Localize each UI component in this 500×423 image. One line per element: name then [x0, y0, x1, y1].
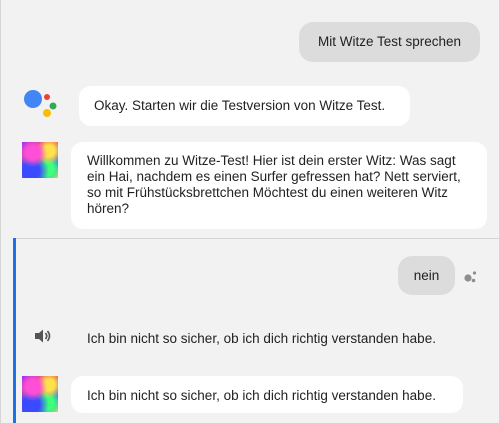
audio-response-label: Ich bin nicht so sicher, ob ich dich ric… [87, 331, 436, 346]
user-message-bubble: Mit Witze Test sprechen [299, 22, 480, 62]
action-message-bubble: Willkommen zu Witze-Test! Hier ist dein … [71, 142, 487, 229]
assistant-message-text: Okay. Starten wir die Testversion von Wi… [94, 98, 386, 113]
action-message-text: Willkommen zu Witze-Test! Hier ist dein … [87, 153, 461, 216]
google-assistant-logo-icon [23, 86, 59, 122]
audio-response-text: Ich bin nicht so sicher, ob ich dich ric… [87, 331, 487, 347]
assistant-message-bubble: Okay. Starten wir die Testversion von Wi… [79, 86, 410, 126]
action-response-text: Ich bin nicht so sicher, ob ich dich ric… [87, 388, 436, 403]
chat-panel: Mit Witze Test sprechen Okay. Starten wi… [0, 0, 500, 423]
user-message-text: Mit Witze Test sprechen [317, 34, 462, 49]
turn-divider [15, 238, 499, 239]
speaker-icon[interactable] [34, 328, 52, 344]
action-avatar-icon [22, 376, 58, 412]
action-response-bubble: Ich bin nicht so sicher, ob ich dich ric… [71, 376, 463, 413]
assistant-dots-icon [463, 268, 479, 284]
user-reply-text: nein [413, 268, 440, 283]
user-reply-bubble: nein [398, 256, 455, 295]
selected-turn-indicator [13, 238, 16, 423]
action-avatar-icon [22, 142, 58, 178]
